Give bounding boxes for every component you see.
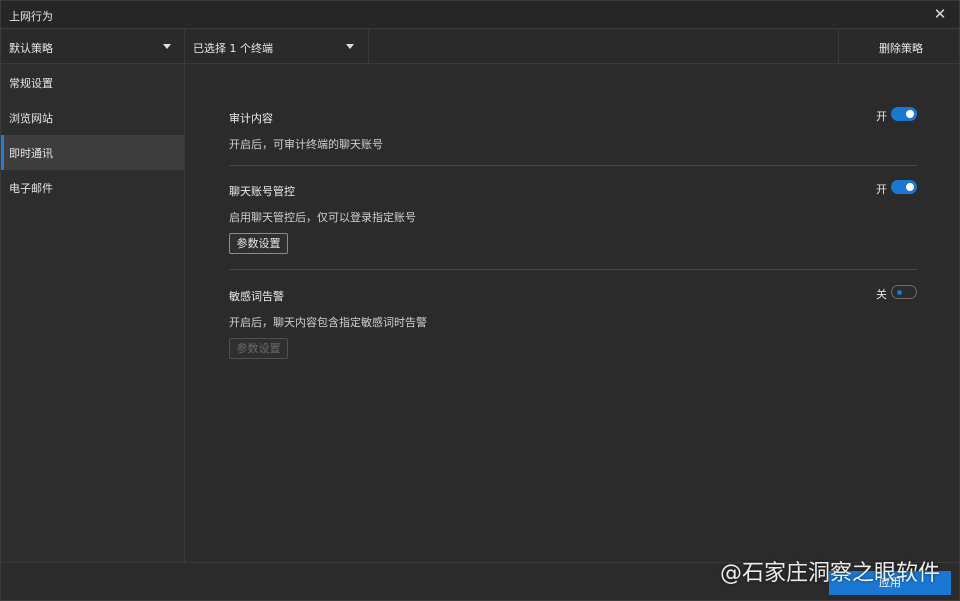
section-title: 聊天账号管控	[229, 185, 295, 198]
divider	[229, 165, 917, 166]
sidebar-item-label: 常规设置	[9, 77, 53, 90]
divider	[229, 269, 917, 270]
section-description: 启用聊天管控后，仅可以登录指定账号	[229, 211, 416, 224]
delete-policy-label: 删除策略	[879, 42, 923, 55]
sidebar-item-browsing[interactable]: 浏览网站	[1, 100, 184, 135]
toggle-label: 关	[876, 288, 887, 301]
sidebar-item-general[interactable]: 常规设置	[1, 65, 184, 100]
terminal-dropdown[interactable]: 已选择 1 个终端	[185, 30, 369, 64]
sidebar-item-label: 即时通讯	[9, 147, 53, 160]
section-description: 开启后，聊天内容包含指定敏感词时告警	[229, 316, 427, 329]
title-bar: 上网行为 ✕	[1, 1, 959, 29]
sidebar-item-label: 电子邮件	[9, 182, 53, 195]
audit-content-toggle[interactable]	[891, 107, 917, 121]
sensitive-word-alert-section: 敏感词告警 关 开启后，聊天内容包含指定敏感词时告警 参数设置	[229, 285, 917, 359]
close-icon[interactable]: ✕	[931, 5, 949, 23]
chat-account-control-toggle[interactable]	[891, 180, 917, 194]
toggle-label: 开	[876, 110, 887, 123]
sidebar-item-label: 浏览网站	[9, 112, 53, 125]
toggle-label: 开	[876, 183, 887, 196]
toggle-knob	[897, 290, 902, 295]
sensitive-word-alert-toggle[interactable]	[891, 285, 917, 299]
policy-dropdown-label: 默认策略	[9, 42, 53, 55]
terminal-dropdown-label: 已选择 1 个终端	[193, 42, 273, 55]
delete-policy-button[interactable]: 删除策略	[838, 30, 959, 64]
audit-content-section: 审计内容 开 开启后，可审计终端的聊天账号	[229, 107, 917, 166]
sidebar-item-email[interactable]: 电子邮件	[1, 170, 184, 205]
chat-control-params-button[interactable]: 参数设置	[229, 233, 288, 254]
main-panel: 审计内容 开 开启后，可审计终端的聊天账号 聊天账号管控 开 启用聊天管控后，仅…	[186, 65, 959, 562]
toggle-knob	[906, 183, 914, 191]
chat-account-control-section: 聊天账号管控 开 启用聊天管控后，仅可以登录指定账号 参数设置	[229, 180, 917, 270]
toggle-knob	[906, 110, 914, 118]
sidebar-item-instant-messaging[interactable]: 即时通讯	[1, 135, 184, 170]
policy-dropdown[interactable]: 默认策略	[1, 30, 185, 64]
caret-down-icon	[163, 44, 171, 49]
sidebar: 常规设置 浏览网站 即时通讯 电子邮件	[1, 65, 185, 562]
sensitive-word-params-button: 参数设置	[229, 338, 288, 359]
section-title: 敏感词告警	[229, 290, 284, 303]
toolbar: 默认策略 已选择 1 个终端 删除策略	[1, 30, 959, 64]
watermark: @石家庄洞察之眼软件	[719, 561, 940, 586]
section-description: 开启后，可审计终端的聊天账号	[229, 138, 383, 151]
window-title: 上网行为	[9, 10, 53, 23]
section-title: 审计内容	[229, 112, 273, 125]
caret-down-icon	[346, 44, 354, 49]
app-window: 上网行为 ✕ 默认策略 已选择 1 个终端 删除策略 常规设置 浏览网站 即时通…	[0, 0, 960, 601]
